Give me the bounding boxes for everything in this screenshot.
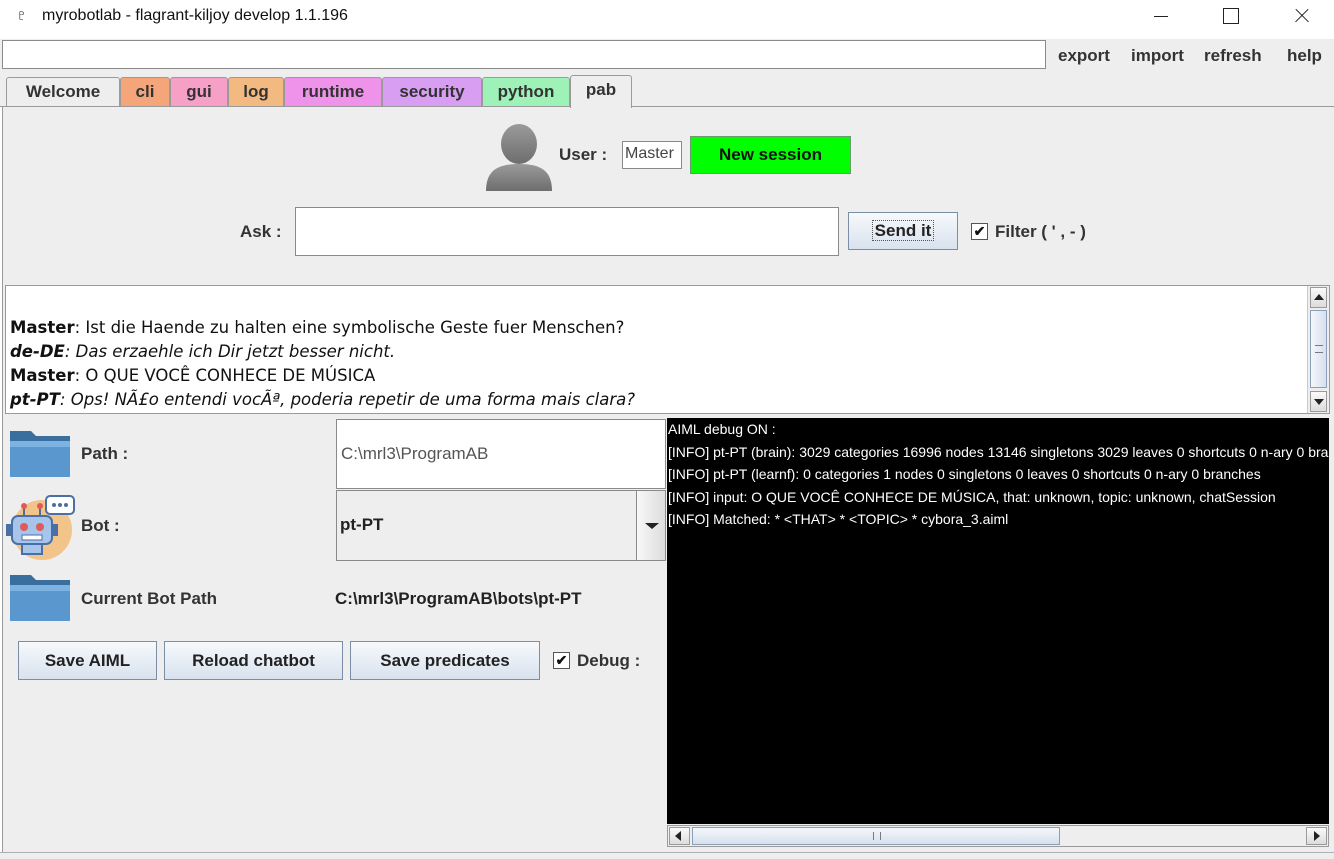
chat-text: : Das erzaehle ich Dir jetzt besser nich… xyxy=(64,342,396,361)
bot-label: Bot : xyxy=(81,516,120,535)
ask-input[interactable] xyxy=(295,207,839,256)
save-predicates-button[interactable]: Save predicates xyxy=(350,641,540,680)
maximize-button[interactable] xyxy=(1208,0,1254,33)
console-line: [INFO] pt-PT (learnf): 0 categories 1 no… xyxy=(668,466,1261,482)
console-line: AIML debug ON : xyxy=(668,421,776,437)
minimize-button[interactable] xyxy=(1138,0,1184,33)
bot-select[interactable]: pt-PT xyxy=(336,490,666,561)
user-label: User : xyxy=(559,145,608,164)
menu-import[interactable]: import xyxy=(1131,46,1184,66)
chevron-down-icon[interactable] xyxy=(636,491,665,560)
close-button[interactable] xyxy=(1278,0,1324,33)
path-folder-icon[interactable] xyxy=(9,425,71,479)
chat-history[interactable]: Master: Ist die Haende zu halten eine sy… xyxy=(5,285,1330,414)
app-icon: ♇ xyxy=(16,7,28,24)
console-line: [INFO] input: O QUE VOCÊ CONHECE DE MÚSI… xyxy=(668,488,1276,505)
chat-line: Master: Ist die Haende zu halten eine sy… xyxy=(10,316,635,340)
menu-export[interactable]: export xyxy=(1058,46,1110,66)
chat-speaker: pt-PT xyxy=(10,390,60,409)
chat-text: : O QUE VOCÊ CONHECE DE MÚSICA xyxy=(74,366,376,385)
reload-chatbot-button[interactable]: Reload chatbot xyxy=(164,641,343,680)
tab-welcome[interactable]: Welcome xyxy=(6,77,120,107)
scroll-right-arrow-icon[interactable] xyxy=(1306,827,1327,845)
send-button[interactable]: Send it xyxy=(848,212,958,250)
robot-icon xyxy=(6,495,75,560)
tab-runtime[interactable]: runtime xyxy=(284,77,382,107)
menu-row: export import refresh help xyxy=(0,39,1334,73)
new-session-button[interactable]: New session xyxy=(690,136,851,174)
debug-checkbox[interactable]: ✔ xyxy=(553,652,570,669)
tab-cli[interactable]: cli xyxy=(120,77,170,107)
bot-path-folder-icon[interactable] xyxy=(9,569,71,623)
path-label: Path : xyxy=(81,444,129,463)
chat-speaker: de-DE xyxy=(10,342,65,361)
tab-python[interactable]: python xyxy=(482,77,570,107)
chat-speaker: Master xyxy=(10,366,75,385)
ask-label: Ask : xyxy=(240,222,282,241)
chat-lines: Master: Ist die Haende zu halten eine sy… xyxy=(10,316,635,412)
status-bar xyxy=(0,852,1334,859)
user-avatar-icon xyxy=(486,124,552,191)
menu-refresh[interactable]: refresh xyxy=(1204,46,1262,66)
scroll-thumb[interactable] xyxy=(692,827,1060,845)
scroll-down-arrow-icon[interactable] xyxy=(1310,391,1327,412)
debug-console[interactable]: AIML debug ON : [INFO] pt-PT (brain): 30… xyxy=(667,418,1329,824)
scroll-thumb[interactable] xyxy=(1310,310,1327,388)
debug-label: Debug : xyxy=(577,651,641,670)
save-aiml-button[interactable]: Save AIML xyxy=(18,641,157,680)
scroll-up-arrow-icon[interactable] xyxy=(1310,287,1327,308)
tab-gui[interactable]: gui xyxy=(170,77,228,107)
chat-line: pt-PT: Ops! NÃ£o entendi vocÃª, poderia … xyxy=(10,388,635,412)
tab-pab[interactable]: pab xyxy=(570,75,632,108)
chat-text: : Ist die Haende zu halten eine symbolis… xyxy=(74,318,625,337)
console-horizontal-scrollbar[interactable] xyxy=(667,825,1329,847)
bot-select-value: pt-PT xyxy=(340,515,384,534)
path-input[interactable]: C:\mrl3\ProgramAB xyxy=(336,419,666,489)
filter-checkbox[interactable]: ✔ xyxy=(971,223,988,240)
current-bot-path-label: Current Bot Path xyxy=(81,589,217,608)
chat-text: : Ops! NÃ£o entendi vocÃª, poderia repet… xyxy=(59,390,636,409)
chat-speaker: Master xyxy=(10,318,75,337)
tab-security[interactable]: security xyxy=(382,77,482,107)
title-bar: ♇ myrobotlab - flagrant-kiljoy develop 1… xyxy=(0,0,1334,33)
user-field[interactable]: Master xyxy=(622,141,682,169)
chat-scrollbar[interactable] xyxy=(1307,286,1329,413)
send-button-label: Send it xyxy=(871,220,935,241)
tab-strip: Welcome cli gui log runtime security pyt… xyxy=(0,73,1334,108)
chat-line: de-DE: Das erzaehle ich Dir jetzt besser… xyxy=(10,340,635,364)
current-bot-path-value: C:\mrl3\ProgramAB\bots\pt-PT xyxy=(335,589,582,608)
filter-label: Filter ( ' , - ) xyxy=(995,222,1086,241)
top-input[interactable] xyxy=(2,40,1046,69)
chat-line: Master: O QUE VOCÊ CONHECE DE MÚSICA xyxy=(10,364,635,388)
tab-log[interactable]: log xyxy=(228,77,284,107)
window-title: myrobotlab - flagrant-kiljoy develop 1.1… xyxy=(42,7,348,24)
console-line: [INFO] pt-PT (brain): 3029 categories 16… xyxy=(668,443,1329,460)
console-line: [INFO] Matched: * <THAT> * <TOPIC> * cyb… xyxy=(668,511,1009,527)
menu-help[interactable]: help xyxy=(1287,46,1322,66)
scroll-left-arrow-icon[interactable] xyxy=(669,827,690,845)
